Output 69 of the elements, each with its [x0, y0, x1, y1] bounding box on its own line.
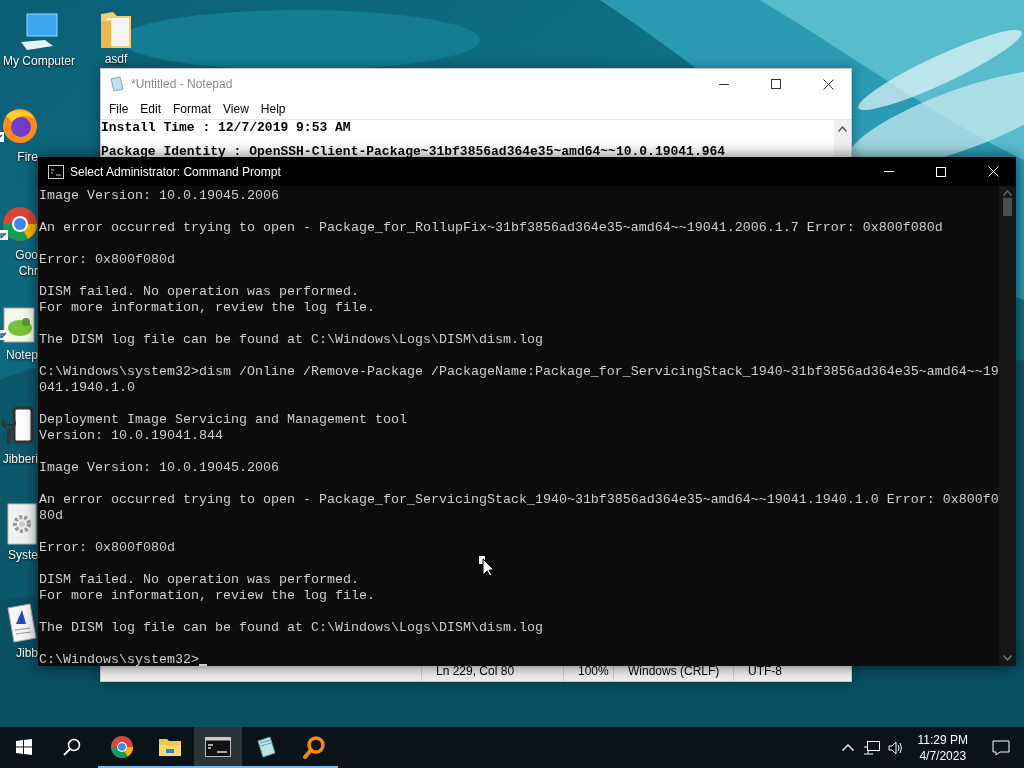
- icon-label[interactable]: asdf: [104, 52, 128, 66]
- maximize-icon: [936, 166, 946, 177]
- network-icon: [863, 740, 880, 755]
- icon-label[interactable]: Chr: [18, 264, 38, 278]
- console-line: Image Version: 10.0.19045.2006: [39, 460, 280, 476]
- menu-item[interactable]: View: [217, 99, 255, 119]
- taskbar-app[interactable]: [194, 727, 242, 768]
- console-line: An error occurred trying to open - Package_for_RollupFix~31bf3856ad364e35~amd64~~19041.2006.1.7 Error: 0x800f080d: [39, 220, 944, 236]
- close-icon: [822, 78, 834, 90]
- scroll-down-icon[interactable]: [1003, 655, 1012, 661]
- notepad-plus-icon: [0, 306, 38, 346]
- icon-label[interactable]: Jibb: [16, 646, 38, 660]
- menu-item[interactable]: Help: [254, 99, 292, 119]
- console-line: The DISM log file can be found at C:\Windows\Logs\DISM\dism.log: [39, 620, 544, 636]
- icon-label[interactable]: Jibberi: [2, 452, 38, 466]
- menu-item[interactable]: File: [103, 99, 135, 119]
- scroll-up-icon[interactable]: [838, 126, 847, 132]
- folder-icon: [158, 736, 182, 757]
- console-line: Version: 10.0.19041.844: [39, 428, 224, 444]
- caret-up-icon: [841, 744, 854, 751]
- windows-logo-icon: [16, 738, 32, 755]
- console-line: For more information, review the log file.: [39, 300, 376, 316]
- terminal-icon: [48, 164, 64, 179]
- console-line: For more information, review the log file.: [39, 588, 376, 604]
- search-icon: [63, 737, 81, 756]
- mouse-pointer-icon: [478, 555, 494, 577]
- window-title: *Untitled - Notepad: [131, 77, 234, 91]
- icon-label[interactable]: Fire: [17, 150, 38, 164]
- menu-item[interactable]: Format: [167, 99, 218, 119]
- scroll-thumb[interactable]: [1003, 198, 1012, 216]
- icon-label[interactable]: Syste: [8, 548, 38, 562]
- icon-label[interactable]: My Computer: [3, 54, 75, 68]
- icon-label[interactable]: Goo: [15, 248, 38, 262]
- notepad-icon: [109, 76, 125, 92]
- gear-document-icon: [6, 502, 38, 546]
- console-line: Error: 0x800f080d: [39, 540, 176, 556]
- console-line: DISM failed. No operation was performed.: [39, 572, 360, 588]
- document-icon: [4, 602, 38, 644]
- text-line: Package Identity : OpenSSH-Client-Package~31bf3856ad364e35~amd64~~10.0.19041.964: [101, 144, 727, 159]
- console-line: Deployment Image Servicing and Management tool: [39, 412, 408, 428]
- computer-icon: [19, 12, 59, 52]
- minimize-icon: [884, 171, 894, 172]
- icon-label[interactable]: Notep: [5, 348, 38, 362]
- console-line: Error: 0x800f080d: [39, 252, 176, 268]
- speech-bubble-icon: [992, 739, 1010, 756]
- console-line: 041.1940.1.0: [39, 380, 136, 396]
- folder-icon: [99, 10, 133, 50]
- minimize-icon: [719, 83, 729, 85]
- console-line: The DISM log file can be found at C:\Windows\Logs\DISM\dism.log: [39, 332, 544, 348]
- magnifier-icon: [302, 734, 326, 759]
- terminal-icon: [205, 736, 231, 757]
- speaker-icon: [887, 740, 904, 755]
- text-line: Install Time : 12/7/2019 9:53 AM: [101, 120, 352, 135]
- clock[interactable]: 11:29 PM 4/7/2023: [907, 727, 978, 768]
- console-line: DISM failed. No operation was performed.: [39, 284, 360, 300]
- text-cursor: [198, 664, 207, 666]
- chrome-icon: [110, 734, 134, 759]
- window-title: Select Administrator: Command Prompt: [70, 164, 282, 179]
- console-prompt: C:\Windows\system32>: [39, 652, 199, 666]
- notepad-icon: [254, 734, 278, 759]
- scroll-up-icon[interactable]: [1003, 190, 1012, 196]
- menu-item[interactable]: Edit: [134, 99, 168, 119]
- scrollbar[interactable]: [999, 186, 1016, 666]
- console-line: An error occurred trying to open - Package_for_ServicingStack_1940~31bf3856ad364e35~amd64~~19041.1940.1.0 Error: 0x800f0: [39, 492, 999, 508]
- close-icon: [987, 166, 999, 177]
- console-line: 80d: [39, 508, 64, 524]
- maximize-icon: [771, 79, 781, 89]
- console-line: Image Version: 10.0.19045.2006: [39, 188, 280, 204]
- console-line: C:\Windows\system32>dism /Online /Remove-Package /PackageName:Package_for_ServicingStack_1940~31bf3856ad364e35~amd64~~19: [39, 364, 999, 380]
